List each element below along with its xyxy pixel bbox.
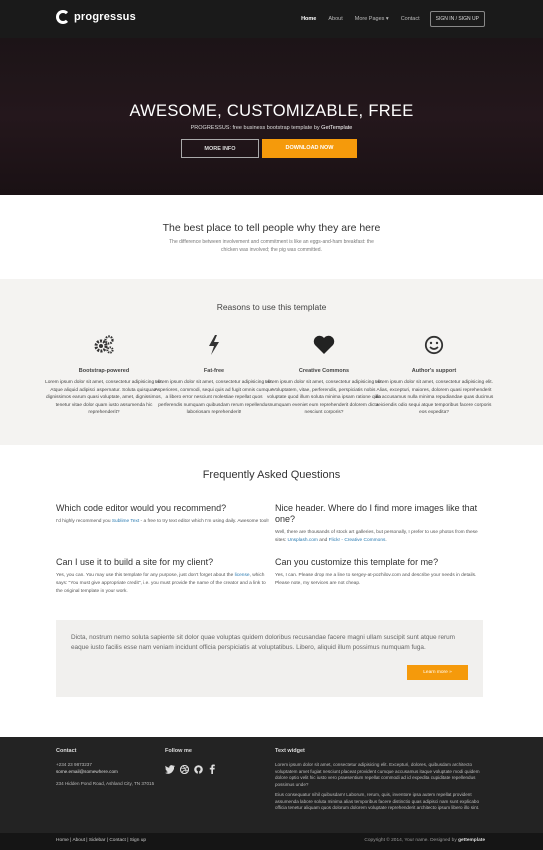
social-links <box>165 764 255 774</box>
more-info-button[interactable]: MORE INFO <box>181 139 259 158</box>
feature-text: Lorem ipsum dolor sit amet, consectetur … <box>374 380 494 415</box>
faq-answer-text: - a free to try text editor which I'm us… <box>139 519 269 524</box>
copyright-text: Copyright © 2014, Your name. Designed by <box>364 838 459 843</box>
footer-follow: Follow me <box>165 748 255 774</box>
faq-answer-text: Yes, I can. Please drop me a line to ser… <box>275 573 477 586</box>
gears-icon <box>44 334 164 356</box>
footer-email[interactable]: some.email@somewhere.com <box>56 769 156 776</box>
faq-item: Can you customize this template for me? … <box>275 557 490 588</box>
nav-more-pages[interactable]: More Pages ▾ <box>355 16 389 22</box>
footer-address: 234 Hidden Pond Road, Ashland City, TN 3… <box>56 781 155 786</box>
faq-question: Can I use it to build a site for my clie… <box>56 557 214 567</box>
brand-name: progressus <box>74 11 136 23</box>
faq-answer: I'd highly recommend you Sublime Text - … <box>56 518 271 526</box>
footer-heading: Contact <box>56 748 77 754</box>
reasons-title: Reasons to use this template <box>216 302 327 312</box>
feature-title: Bootstrap-powered <box>78 368 130 374</box>
learn-more-button[interactable]: Learn more » <box>407 665 468 680</box>
feature-creative-commons: Creative Commons Lorem ipsum dolor sit a… <box>264 334 384 417</box>
unsplash-link[interactable]: Unsplash.com <box>288 538 318 543</box>
feature-support: Author's support Lorem ipsum dolor sit a… <box>374 334 494 417</box>
footer-heading: Text widget <box>275 748 305 754</box>
callout-text: Dicta, nostrum nemo soluta sapiente sit … <box>71 634 455 651</box>
feature-title: Author's support <box>411 368 457 374</box>
faq-item: Nice header. Where do I find more images… <box>275 503 490 545</box>
feature-bootstrap: Bootstrap-powered Lorem ipsum dolor sit … <box>44 334 164 417</box>
nav-about[interactable]: About <box>328 16 342 22</box>
smile-icon <box>374 334 494 356</box>
copyright: Copyright © 2014, Your name. Designed by… <box>364 838 485 843</box>
intro-text: The difference between involvement and c… <box>169 239 374 253</box>
reasons-section: Reasons to use this template Bootstrap-p… <box>0 279 543 445</box>
faq-answer-text: and <box>317 538 329 543</box>
faq-answer: Well, there are thousands of stock art g… <box>275 529 490 545</box>
footer-contact: Contact +234 23 9873237 some.email@somew… <box>56 748 156 788</box>
hero-subtitle-text: PROGRESSUS: free business bootstrap temp… <box>190 125 322 131</box>
feature-text: Lorem ipsum dolor sit amet, consectetur … <box>154 380 274 415</box>
sign-in-button[interactable]: SIGN IN / SIGN UP <box>429 11 485 27</box>
nav-home[interactable]: Home <box>301 16 316 22</box>
facebook-icon[interactable] <box>207 764 217 774</box>
footer-links[interactable]: Home | About | Sidebar | Contact | Sign … <box>56 838 146 843</box>
dribbble-icon[interactable] <box>179 764 189 774</box>
feature-fat-free: Fat-free Lorem ipsum dolor sit amet, con… <box>154 334 274 417</box>
hero-subtitle: PROGRESSUS: free business bootstrap temp… <box>0 125 543 131</box>
feature-title: Fat-free <box>203 368 225 374</box>
faq-item: Can I use it to build a site for my clie… <box>56 557 271 596</box>
footer-heading: Follow me <box>165 748 192 754</box>
footer: Contact +234 23 9873237 some.email@somew… <box>0 737 543 833</box>
twitter-icon[interactable] <box>165 764 175 774</box>
faq-title: Frequently Asked Questions <box>202 469 341 481</box>
callout-box: Dicta, nostrum nemo soluta sapiente sit … <box>56 620 483 697</box>
feature-title: Creative Commons <box>298 368 350 374</box>
flash-icon <box>154 334 274 356</box>
hero: AWESOME, CUSTOMIZABLE, FREE PROGRESSUS: … <box>0 38 543 195</box>
logo-icon <box>56 10 70 24</box>
widget-paragraph: Lorem ipsum dolor sit amet, consectetur … <box>275 762 480 787</box>
gettemplate-link[interactable]: gettemplate <box>458 838 485 843</box>
sub-footer: Home | About | Sidebar | Contact | Sign … <box>0 833 543 850</box>
heart-icon <box>264 334 384 356</box>
faq-answer-text: Yes, you can. You may use this template … <box>56 573 235 578</box>
hero-subtitle-link[interactable]: GetTemplate <box>321 125 352 131</box>
nav-contact[interactable]: Contact <box>401 16 420 22</box>
intro-title: The best place to tell people why they a… <box>162 222 381 234</box>
navbar: progressus Home About More Pages ▾ Conta… <box>0 0 543 38</box>
download-now-button[interactable]: DOWNLOAD NOW <box>262 139 357 158</box>
faq-question: Nice header. Where do I find more images… <box>275 503 478 524</box>
feature-text: Lorem ipsum dolor sit amet, consectetur … <box>45 380 163 415</box>
sublime-link[interactable]: Sublime Text <box>112 519 139 524</box>
faq-question: Can you customize this template for me? <box>275 557 439 567</box>
github-icon[interactable] <box>193 764 203 774</box>
faq-answer: Yes, I can. Please drop me a line to ser… <box>275 572 490 588</box>
hero-title: AWESOME, CUSTOMIZABLE, FREE <box>129 102 414 120</box>
widget-paragraph: Eius consequatur nihil quibusdam! Laboru… <box>275 792 480 810</box>
brand[interactable]: progressus <box>56 10 136 24</box>
faq-answer-text: I'd highly recommend you <box>56 519 112 524</box>
faq-answer-text: . <box>385 538 387 543</box>
faq-question: Which code editor would you recommend? <box>56 503 227 513</box>
license-link[interactable]: license <box>235 573 250 578</box>
feature-text: Lorem ipsum dolor sit amet, consectetur … <box>265 380 383 415</box>
flickr-link[interactable]: Flickr - Creative Commons <box>329 538 386 543</box>
main-nav: Home About More Pages ▾ Contact SIGN IN … <box>289 11 485 27</box>
faq-item: Which code editor would you recommend? I… <box>56 503 271 526</box>
faq-answer: Yes, you can. You may use this template … <box>56 572 271 596</box>
footer-text-widget: Text widget Lorem ipsum dolor sit amet, … <box>275 748 485 812</box>
